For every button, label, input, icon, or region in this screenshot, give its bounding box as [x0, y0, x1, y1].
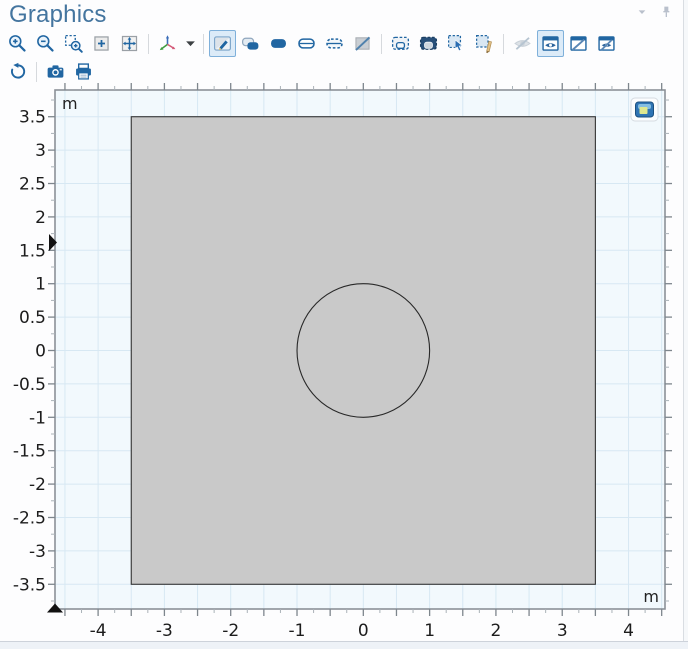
- plot-view-button[interactable]: [630, 97, 659, 122]
- zoom-in-icon: [7, 33, 28, 54]
- view-hidden-icon: [540, 33, 561, 54]
- y-tick-label: 2.5: [19, 175, 46, 195]
- zoom-selected-icon: [91, 33, 112, 54]
- select-domains-icon: [268, 33, 289, 54]
- panel-header: Graphics: [9, 0, 107, 30]
- zoom-selected-button[interactable]: [88, 30, 115, 57]
- reset-hiding-icon: [568, 33, 589, 54]
- y-tick-label: 2: [35, 208, 46, 228]
- zoom-extents-icon: [119, 33, 140, 54]
- print-icon: [73, 61, 94, 82]
- zoom-extents-button[interactable]: [116, 30, 143, 57]
- toolbar-separator: [148, 33, 149, 54]
- x-axis-unit-label: m: [643, 587, 659, 606]
- toolbar-separator: [503, 33, 504, 54]
- x-tick-label: 2: [491, 621, 502, 641]
- select-button[interactable]: [209, 30, 236, 57]
- y-tick-label: -0.5: [13, 375, 46, 395]
- panel-right-gutter: [684, 0, 688, 641]
- caret-down-icon: [180, 33, 201, 54]
- select-edges-button[interactable]: [321, 30, 348, 57]
- select-none-icon: [352, 33, 373, 54]
- box-deselect-icon: [418, 33, 439, 54]
- paint-select-button[interactable]: [471, 30, 498, 57]
- go-to-view-icon: [157, 33, 178, 54]
- select-entities-button[interactable]: [443, 30, 470, 57]
- y-tick-label: 1: [35, 275, 46, 295]
- select-multiple-button[interactable]: [237, 30, 264, 57]
- show-hidden-button[interactable]: [593, 30, 620, 57]
- y-tick-label: 1.5: [19, 241, 46, 261]
- y-axis-unit-label: m: [62, 94, 78, 113]
- toolbar-separator: [203, 33, 204, 54]
- select-edges-icon: [324, 33, 345, 54]
- geometry-square[interactable]: [130, 116, 596, 585]
- select-boundaries-icon: [296, 33, 317, 54]
- plot-area[interactable]: -4 -3 -2 -1 0 1 2 3 4 3.5 3 2.5 2 1.5 1 0.5 0 -0.5 -1 -1.5 -…: [0, 80, 688, 649]
- zoom-box-icon: [63, 33, 84, 54]
- pin-icon[interactable]: [658, 4, 674, 20]
- x-tick-label: -1: [289, 621, 306, 641]
- x-tick-label: 4: [623, 621, 634, 641]
- y-tick-label: -2: [29, 475, 46, 495]
- x-tick-label: 0: [358, 621, 369, 641]
- y-tick-label: 3.5: [19, 108, 46, 128]
- y-tick-label: -1.5: [13, 442, 46, 462]
- hide-disabled-icon: [512, 33, 533, 54]
- graphics-panel: Graphics -4 -3 -2 -1 0 1 2 3 4 3.5 3 2.5 2 1.5 1 0.5 0 -0…: [0, 0, 688, 649]
- panel-title: Graphics: [9, 1, 107, 28]
- zoom-in-button[interactable]: [4, 30, 31, 57]
- zoom-box-button[interactable]: [60, 30, 87, 57]
- view-hidden-button[interactable]: [537, 30, 564, 57]
- deselect-all-button[interactable]: [349, 30, 376, 57]
- box-deselect-button[interactable]: [415, 30, 442, 57]
- box-select-button[interactable]: [387, 30, 414, 57]
- y-tick-label: 0: [35, 342, 46, 362]
- panel-menu-caret-icon[interactable]: [634, 4, 650, 20]
- x-tick-label: -4: [90, 621, 107, 641]
- y-tick-label: -3.5: [13, 575, 46, 595]
- zoom-out-button[interactable]: [32, 30, 59, 57]
- panel-bottom-divider: [0, 641, 688, 649]
- select-icon: [212, 33, 233, 54]
- panel-window-controls: [634, 4, 674, 20]
- x-tick-label: 3: [557, 621, 568, 641]
- y-tick-label: -1: [29, 408, 46, 428]
- y-tick-label: 0.5: [19, 308, 46, 328]
- reset-hiding-button[interactable]: [565, 30, 592, 57]
- reset-view-icon: [7, 61, 28, 82]
- y-tick-label: -2.5: [13, 508, 46, 528]
- toolbar-separator: [381, 33, 382, 54]
- view-menu-caret-button[interactable]: [182, 30, 198, 57]
- x-tick-label: 1: [424, 621, 435, 641]
- x-tick-label: -2: [222, 621, 239, 641]
- toolbar-separator: [36, 61, 37, 82]
- y-tick-label: 3: [35, 141, 46, 161]
- paint-select-icon: [474, 33, 495, 54]
- x-tick-label: -3: [156, 621, 173, 641]
- select-boundaries-button[interactable]: [293, 30, 320, 57]
- snapshot-icon: [45, 61, 66, 82]
- select-entities-icon: [446, 33, 467, 54]
- go-to-default-view-button[interactable]: [154, 30, 181, 57]
- graphics-toolbar-row1: [4, 30, 620, 57]
- select-multiple-icon: [240, 33, 261, 54]
- zoom-out-icon: [35, 33, 56, 54]
- box-select-icon: [390, 33, 411, 54]
- show-hidden-icon: [596, 33, 617, 54]
- select-domains-button[interactable]: [265, 30, 292, 57]
- hide-selected-button[interactable]: [509, 30, 536, 57]
- y-tick-label: -3: [29, 542, 46, 562]
